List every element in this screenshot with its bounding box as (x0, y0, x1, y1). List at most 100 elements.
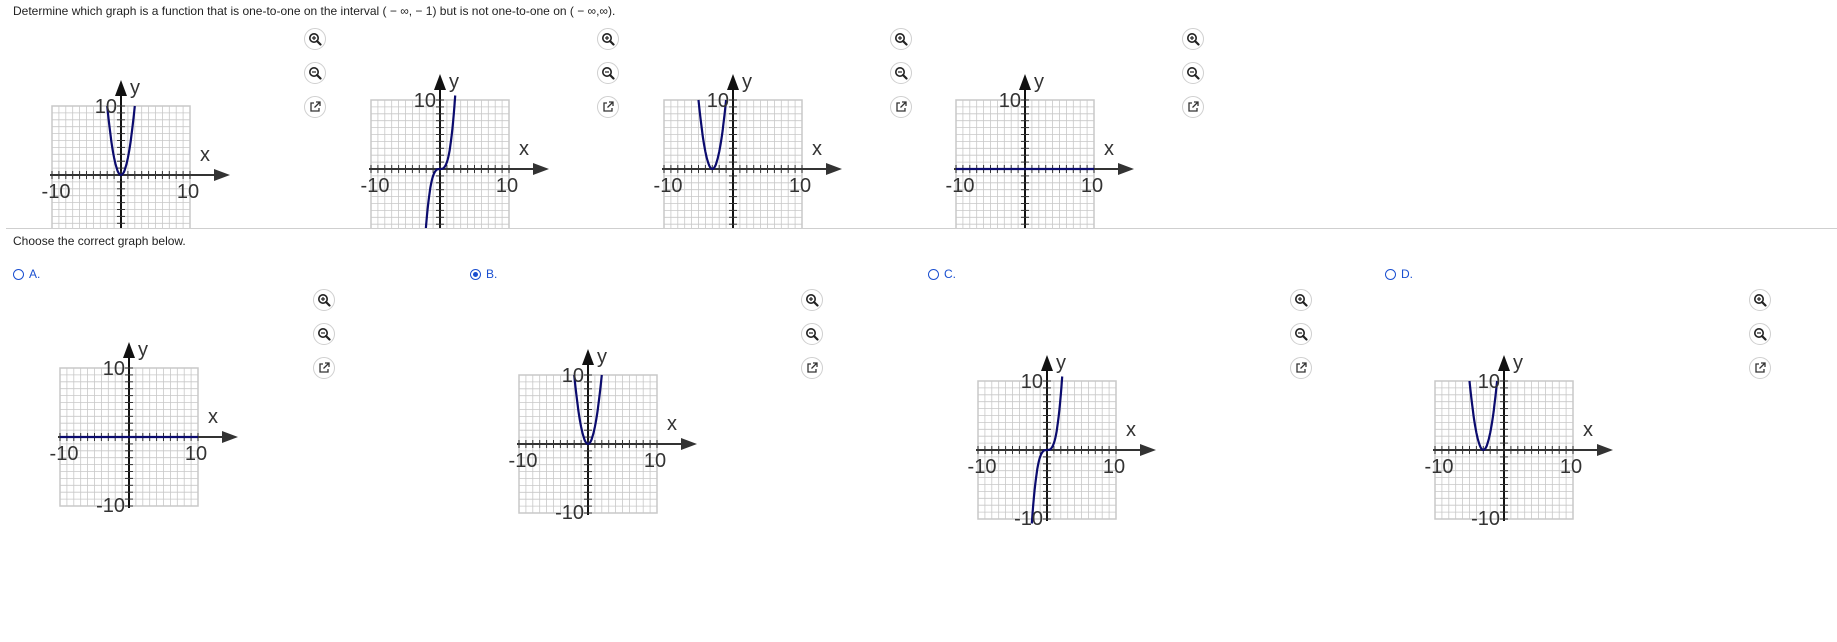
option-letter: B. (486, 267, 498, 281)
open-graph-button[interactable] (597, 96, 619, 118)
zoom-in-icon (601, 32, 615, 46)
zoom-out-button[interactable] (597, 62, 619, 84)
y-axis-label: y (742, 72, 752, 93)
x-axis-label: x (1126, 419, 1136, 441)
zoom-in-icon (317, 293, 331, 307)
y-axis-label: y (1056, 353, 1066, 374)
zoom-in-button[interactable] (1182, 28, 1204, 50)
x-tick-min: -10 (946, 175, 975, 197)
radio-circle[interactable] (928, 268, 939, 280)
zoom-out-icon (601, 66, 615, 80)
zoom-out-icon (317, 327, 331, 341)
zoom-out-icon (308, 66, 322, 80)
zoom-out-icon (894, 66, 908, 80)
option-a-graph[interactable]: y x -10 10 10 -10 (44, 339, 244, 520)
graph-svg: yx-101010-10 (1425, 352, 1613, 530)
open-graph-button[interactable] (1749, 357, 1771, 379)
open-graph-button[interactable] (313, 357, 335, 379)
zoom-in-button[interactable] (597, 28, 619, 50)
open-graph-button[interactable] (1182, 96, 1204, 118)
graph-svg: yx-101010-10 (42, 77, 230, 228)
top-graph-1: yx-101010-10 (36, 77, 236, 228)
x-axis-label: x (812, 138, 822, 160)
choose-prompt: Choose the correct graph below. (13, 234, 186, 248)
open-external-icon (1294, 361, 1308, 375)
open-graph-button[interactable] (304, 96, 326, 118)
zoom-out-icon (1294, 327, 1308, 341)
option-d-graph[interactable]: y x -10 10 10 -10 (1419, 352, 1619, 533)
zoom-out-button[interactable] (1290, 323, 1312, 345)
option-b-radio[interactable]: B. (470, 267, 497, 281)
graph-svg: yx-101010-10 (361, 71, 549, 228)
zoom-in-icon (894, 32, 908, 46)
zoom-in-icon (805, 293, 819, 307)
open-external-icon (1753, 361, 1767, 375)
zoom-out-button[interactable] (890, 62, 912, 84)
option-letter: A. (29, 267, 41, 281)
radio-circle[interactable] (1385, 268, 1396, 280)
open-external-icon (601, 100, 615, 114)
x-axis-label: x (1583, 419, 1593, 441)
radio-circle[interactable] (13, 268, 24, 280)
y-tick-max: 10 (414, 90, 436, 112)
zoom-out-button[interactable] (1182, 62, 1204, 84)
zoom-in-button[interactable] (304, 28, 326, 50)
x-tick-max: 10 (1560, 456, 1582, 478)
open-graph-button[interactable] (1290, 357, 1312, 379)
zoom-in-button[interactable] (1290, 289, 1312, 311)
option-c-graph[interactable]: y x -10 10 10 -10 (962, 352, 1162, 533)
y-tick-max: 10 (1021, 371, 1043, 393)
y-axis-label: y (1034, 72, 1044, 93)
graph-svg: yx-101010-10 (509, 346, 697, 524)
y-axis-label: y (449, 72, 459, 93)
y-tick-max: 10 (707, 90, 729, 112)
zoom-in-icon (1294, 293, 1308, 307)
x-tick-max: 10 (789, 175, 811, 197)
x-tick-max: 10 (1081, 175, 1103, 197)
y-tick-max: 10 (999, 90, 1021, 112)
zoom-in-button[interactable] (313, 289, 335, 311)
zoom-in-button[interactable] (801, 289, 823, 311)
x-axis-label: x (208, 406, 218, 428)
zoom-in-button[interactable] (890, 28, 912, 50)
x-tick-max: 10 (496, 175, 518, 197)
open-external-icon (1186, 100, 1200, 114)
x-axis-label: x (1104, 138, 1114, 160)
x-tick-min: -10 (654, 175, 683, 197)
zoom-in-icon (1753, 293, 1767, 307)
y-tick-max: 10 (95, 96, 117, 118)
zoom-out-button[interactable] (313, 323, 335, 345)
y-tick-min: -10 (1471, 508, 1500, 528)
y-axis-label: y (130, 78, 140, 99)
y-tick-max: 10 (1478, 371, 1500, 393)
option-d-radio[interactable]: D. (1385, 267, 1413, 281)
x-tick-min: -10 (50, 443, 79, 465)
y-tick-min: -10 (1014, 508, 1043, 528)
radio-circle[interactable] (470, 268, 481, 280)
x-axis-label: x (667, 413, 677, 435)
option-a-radio[interactable]: A. (13, 267, 40, 281)
x-tick-max: 10 (177, 181, 199, 203)
x-tick-max: 10 (185, 443, 207, 465)
y-tick-max: 10 (103, 358, 125, 380)
open-external-icon (317, 361, 331, 375)
zoom-out-button[interactable] (801, 323, 823, 345)
graph-svg: yx-101010-10 (654, 71, 842, 228)
open-graph-button[interactable] (890, 96, 912, 118)
x-tick-min: -10 (42, 181, 71, 203)
zoom-out-icon (1753, 327, 1767, 341)
zoom-out-button[interactable] (1749, 323, 1771, 345)
zoom-out-button[interactable] (304, 62, 326, 84)
option-b-graph[interactable]: y x -10 10 10 -10 (503, 346, 703, 527)
y-axis-label: y (597, 347, 607, 368)
x-tick-min: -10 (968, 456, 997, 478)
question-graphs-strip: yx-101010-10 yx-101010-10 yx-101010-10 y… (0, 0, 1837, 228)
top-graph-3: yx-101010-10 (648, 71, 848, 228)
zoom-in-icon (1186, 32, 1200, 46)
option-c-radio[interactable]: C. (928, 267, 956, 281)
open-graph-button[interactable] (801, 357, 823, 379)
x-tick-max: 10 (644, 450, 666, 472)
x-tick-max: 10 (1103, 456, 1125, 478)
zoom-in-button[interactable] (1749, 289, 1771, 311)
option-letter: C. (944, 267, 956, 281)
